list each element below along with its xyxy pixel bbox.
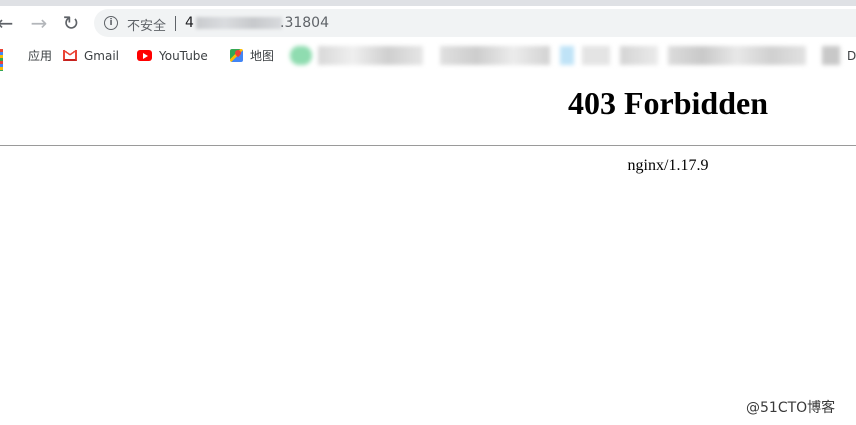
url-text-start[interactable]: 4 <box>185 15 194 31</box>
bookmark-redacted[interactable] <box>560 46 574 65</box>
url-text-end[interactable]: .31804 <box>280 15 329 31</box>
bookmark-label: Gmail <box>84 48 120 63</box>
arrow-right-icon: → <box>30 11 48 35</box>
security-label[interactable]: 不安全 <box>127 15 166 34</box>
bookmark-redacted[interactable] <box>582 46 610 65</box>
youtube-icon <box>137 50 152 61</box>
bookmark-redacted[interactable] <box>620 46 658 65</box>
watermark: @51CTO博客 <box>746 400 836 416</box>
bookmark-label: YouTube <box>159 48 208 63</box>
url-redacted <box>196 17 282 29</box>
bookmark-redacted[interactable] <box>668 46 806 65</box>
bookmark-redacted[interactable] <box>290 46 312 65</box>
back-button[interactable]: ← <box>0 6 18 40</box>
bookmark-gmail[interactable]: Gmail <box>63 40 119 71</box>
reload-button[interactable]: ↻ <box>58 6 84 40</box>
omnibox-separator <box>175 16 176 31</box>
server-signature: nginx/1.17.9 <box>627 157 709 174</box>
reload-icon: ↻ <box>62 11 80 35</box>
bookmark-redacted[interactable] <box>822 46 840 65</box>
gmail-icon <box>63 50 77 61</box>
bookmark-label: 地图 <box>250 49 275 63</box>
address-bar[interactable]: i 不安全 4 .31804 <box>94 9 856 37</box>
bookmark-redacted[interactable] <box>440 46 550 65</box>
forward-button[interactable]: → <box>26 6 52 40</box>
bookmark-label: 应用 <box>28 49 53 63</box>
page-content: 403 Forbidden nginx/1.17.9 <box>0 71 856 425</box>
apps-grid-icon <box>0 49 13 76</box>
browser-toolbar: ← → ↻ i 不安全 4 .31804 <box>0 6 856 40</box>
bookmark-redacted[interactable] <box>318 46 423 65</box>
horizontal-rule <box>0 145 856 146</box>
bookmark-apps[interactable]: 应用 <box>0 40 53 76</box>
bookmark-youtube[interactable]: YouTube <box>137 40 208 71</box>
maps-icon <box>230 49 243 62</box>
error-heading: 403 Forbidden <box>567 85 769 121</box>
bookmark-overflow-label: D <box>847 48 856 63</box>
info-icon[interactable]: i <box>104 16 118 30</box>
bookmark-overflow[interactable]: D <box>847 40 856 71</box>
arrow-left-icon: ← <box>0 11 14 35</box>
bookmarks-bar: 应用 Gmail YouTube 地图 D <box>0 40 856 76</box>
bookmark-maps[interactable]: 地图 <box>230 40 274 71</box>
